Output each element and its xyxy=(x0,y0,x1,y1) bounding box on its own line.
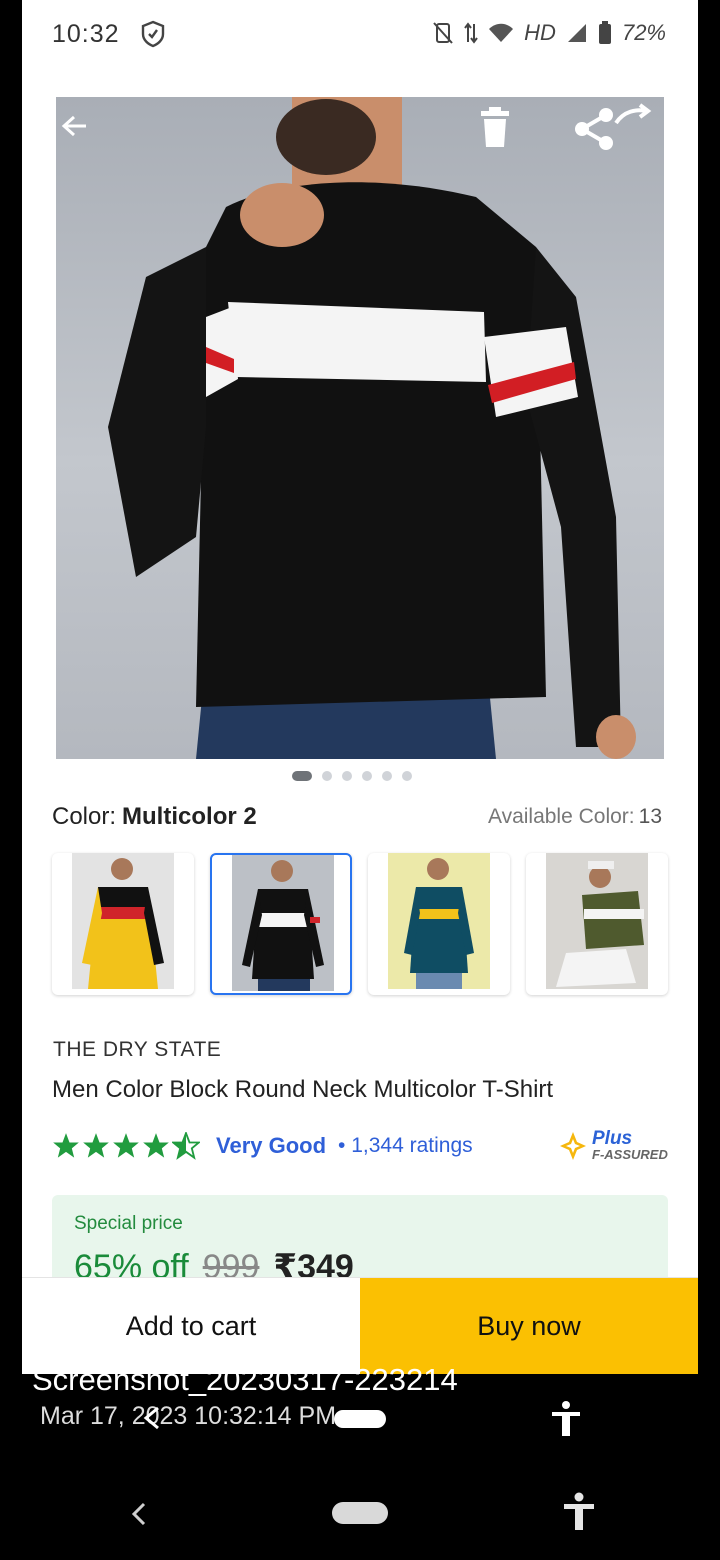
color-label: Color: xyxy=(52,803,117,830)
swatch-thumbnail xyxy=(546,853,648,989)
plus-assured-text: F-ASSURED xyxy=(592,1147,668,1162)
add-to-cart-button[interactable]: Add to cart xyxy=(22,1278,360,1374)
accessibility-icon[interactable] xyxy=(562,1492,596,1532)
data-arrows-icon xyxy=(464,22,478,44)
status-icons: HD 72% xyxy=(432,20,666,46)
color-swatches xyxy=(52,853,670,995)
overlay-back-icon[interactable] xyxy=(142,1406,162,1430)
special-price-label: Special price xyxy=(74,1213,183,1234)
wifi-icon xyxy=(489,23,514,42)
carousel-dot[interactable] xyxy=(402,771,412,781)
rating-stars xyxy=(52,1132,200,1160)
nav-home-pill[interactable] xyxy=(332,1502,388,1524)
color-value: Multicolor 2 xyxy=(122,803,257,830)
screenshot-caption: Screenshot_20230317-223214 Mar 17, 2023 … xyxy=(32,1362,458,1431)
carousel-dot-active[interactable] xyxy=(292,771,312,781)
star-full-icon xyxy=(83,1133,109,1158)
screen: 10:32 HD 72% Color: Multicolor 2 Availab… xyxy=(0,0,720,1560)
screenshot-filename: Screenshot_20230317-223214 xyxy=(32,1362,458,1397)
battery-percent: 72% xyxy=(621,20,666,45)
product-brand: THE DRY STATE xyxy=(53,1038,222,1061)
system-navigation-bar xyxy=(0,1472,720,1560)
screenshot-date: Mar 17, 2023 10:32:14 PM xyxy=(40,1402,337,1430)
back-arrow-icon[interactable] xyxy=(56,111,86,141)
buy-now-button[interactable]: Buy now xyxy=(360,1278,698,1374)
image-carousel-dots xyxy=(292,771,412,781)
color-swatch[interactable] xyxy=(526,853,668,995)
color-swatch-selected[interactable] xyxy=(210,853,352,995)
available-colors: Available Color: 13 xyxy=(488,805,662,829)
battery-icon xyxy=(598,21,611,44)
trash-icon[interactable] xyxy=(480,107,510,147)
available-colors-label: Available Color: xyxy=(487,805,635,828)
product-image[interactable] xyxy=(56,97,664,759)
swatch-thumbnail xyxy=(388,853,490,989)
status-time: 10:32 xyxy=(52,20,120,48)
status-bar: 10:32 HD 72% xyxy=(22,0,698,68)
carousel-dot[interactable] xyxy=(322,771,332,781)
swatch-thumbnail xyxy=(72,853,174,989)
app-window: 10:32 HD 72% Color: Multicolor 2 Availab… xyxy=(22,0,698,1374)
carousel-dot[interactable] xyxy=(362,771,372,781)
signal-icon xyxy=(567,24,586,42)
product-title: Men Color Block Round Neck Multicolor T-… xyxy=(52,1076,554,1103)
vibrate-off-icon xyxy=(433,22,453,44)
rating-row[interactable]: Very Good • 1,344 ratings Plus F-ASSURED xyxy=(52,1128,668,1164)
rating-count: • 1,344 ratings xyxy=(338,1134,473,1157)
star-full-icon xyxy=(53,1133,79,1158)
available-colors-count: 13 xyxy=(638,805,662,828)
color-swatch[interactable] xyxy=(368,853,510,995)
product-photo xyxy=(108,97,636,759)
carousel-dot[interactable] xyxy=(342,771,352,781)
color-selector-header: Color: Multicolor 2 Available Color: 13 xyxy=(52,803,662,835)
bottom-action-bar: Add to cart Buy now xyxy=(22,1277,698,1374)
share-icon[interactable] xyxy=(572,103,652,151)
nav-back-icon[interactable] xyxy=(128,1500,150,1528)
rating-text: Very Good xyxy=(216,1133,327,1158)
overlay-accessibility-icon[interactable] xyxy=(550,1400,582,1438)
color-swatch[interactable] xyxy=(52,853,194,995)
swatch-thumbnail xyxy=(232,855,334,991)
overlay-home-pill[interactable] xyxy=(334,1410,386,1428)
plus-assured-badge: Plus F-ASSURED xyxy=(558,1128,668,1164)
star-full-icon xyxy=(143,1133,169,1158)
carousel-dot[interactable] xyxy=(382,771,392,781)
star-full-icon xyxy=(113,1133,139,1158)
network-label: HD xyxy=(524,20,556,45)
plus-logo-icon xyxy=(560,1132,586,1160)
star-half-icon xyxy=(172,1132,200,1160)
shield-icon xyxy=(141,20,165,48)
